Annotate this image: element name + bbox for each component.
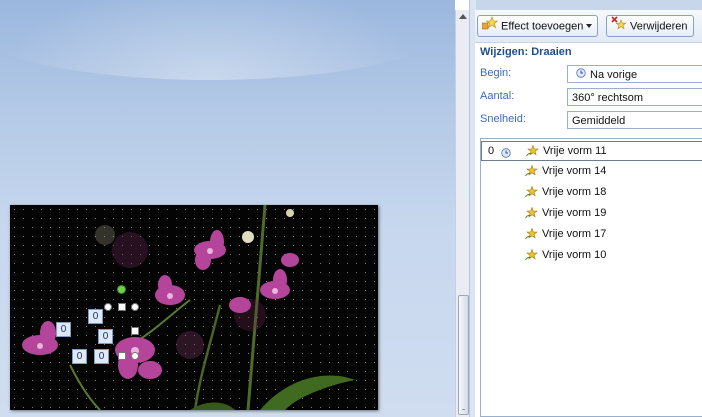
animation-name: Vrije vorm 18 [542, 186, 607, 198]
remove-label: Verwijderen [630, 20, 688, 33]
resize-handle-e[interactable] [131, 327, 139, 335]
list-item[interactable]: 0 Vrije vorm 11 [481, 141, 702, 161]
begin-dropdown[interactable]: Na vorige [567, 65, 702, 83]
animation-list[interactable]: 0 Vrije vorm 11 Vrije vorm 14 Vrije vorm… [480, 138, 702, 417]
animation-name: Vrije vorm 11 [543, 145, 607, 157]
animation-name: Vrije vorm 10 [542, 249, 607, 261]
grip-line [462, 409, 465, 410]
resize-handle-s[interactable] [118, 352, 126, 360]
section-title: Wijzigen: Draaien [480, 46, 572, 58]
list-item[interactable]: Vrije vorm 10 [481, 246, 702, 265]
animation-tag[interactable]: 0 [94, 349, 109, 364]
list-item[interactable]: Vrije vorm 18 [481, 183, 702, 202]
remove-effect-icon [611, 16, 627, 37]
amount-dropdown[interactable]: 360° rechtsom [567, 88, 702, 106]
animation-tag[interactable]: 0 [88, 309, 103, 324]
custom-animation-pane: Effect toevoegen Verwijderen Wijzigen: D… [475, 10, 702, 417]
list-item[interactable]: Vrije vorm 14 [481, 162, 702, 181]
slide-thumbnail[interactable]: 0 0 0 0 0 [10, 205, 378, 410]
clock-icon [576, 66, 586, 84]
spin-effect-icon [525, 227, 538, 247]
list-item[interactable]: Vrije vorm 17 [481, 225, 702, 244]
pane-top-border [469, 0, 702, 10]
amount-label: Aantal: [480, 90, 515, 102]
begin-value: Na vorige [590, 69, 638, 81]
star-effect-icon [481, 16, 499, 37]
spin-effect-icon [525, 206, 538, 226]
canvas-vertical-scrollbar[interactable] [455, 10, 470, 417]
chevron-down-icon [586, 23, 593, 28]
resize-handle-n[interactable] [118, 303, 126, 311]
rotate-handle[interactable] [117, 285, 126, 294]
animation-toolbar: Effect toevoegen Verwijderen [475, 10, 702, 43]
remove-effect-button[interactable]: Verwijderen [606, 15, 694, 37]
animation-order: 0 [488, 145, 495, 157]
speed-value: Gemiddeld [572, 115, 626, 127]
orchid-photo [22, 205, 355, 410]
begin-label: Begin: [480, 67, 512, 79]
scroll-up-arrow-icon[interactable] [459, 14, 467, 19]
add-effect-label: Effect toevoegen [501, 20, 584, 33]
add-effect-button[interactable]: Effect toevoegen [477, 15, 598, 37]
animation-name: Vrije vorm 19 [542, 207, 607, 219]
list-item[interactable]: Vrije vorm 19 [481, 204, 702, 223]
slide-editor-canvas[interactable]: 0 0 0 0 0 [0, 0, 455, 417]
speed-dropdown[interactable]: Gemiddeld [567, 111, 702, 129]
animation-tag[interactable]: 0 [56, 322, 71, 337]
scrollbar-thumb[interactable] [458, 295, 469, 415]
spin-effect-icon [525, 185, 538, 205]
resize-handle-nw[interactable] [104, 303, 112, 311]
animation-tag[interactable]: 0 [98, 329, 113, 344]
animation-name: Vrije vorm 17 [542, 228, 607, 240]
resize-handle-ne[interactable] [131, 303, 139, 311]
spin-effect-icon [525, 164, 538, 184]
speed-label: Snelheid: [480, 113, 526, 125]
canvas-decoration [0, 0, 455, 80]
animation-tag[interactable]: 0 [72, 349, 87, 364]
resize-handle-se[interactable] [131, 352, 139, 360]
animation-name: Vrije vorm 14 [542, 165, 607, 177]
spin-effect-icon [525, 248, 538, 268]
amount-value: 360° rechtsom [572, 92, 644, 104]
